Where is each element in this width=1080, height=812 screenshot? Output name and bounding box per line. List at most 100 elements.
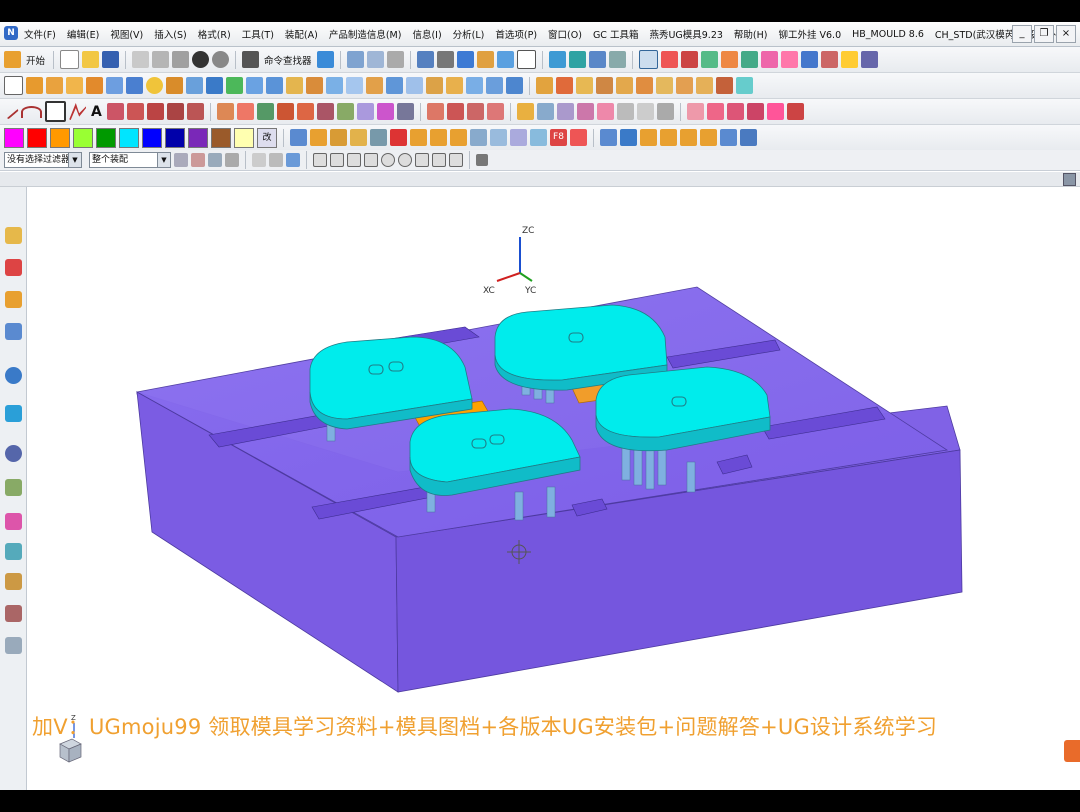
arc-icon[interactable] — [21, 105, 42, 118]
ruled-icon[interactable] — [296, 103, 314, 120]
vector-icon[interactable] — [636, 103, 654, 120]
history-icon[interactable] — [5, 445, 22, 462]
cut-icon[interactable] — [132, 51, 150, 68]
roles-icon[interactable] — [5, 573, 22, 590]
pocket-tool-icon[interactable] — [786, 103, 804, 120]
command-finder-button[interactable]: 命令查找器 — [264, 53, 312, 67]
menu-item[interactable]: HB_MOULD 8.6 — [852, 29, 924, 40]
color-swatch[interactable] — [165, 127, 185, 148]
bridge-curve-icon[interactable] — [186, 103, 204, 120]
nx-logo-icon[interactable]: N — [4, 26, 18, 40]
thicken-icon[interactable] — [556, 77, 573, 94]
measure-body-icon[interactable] — [660, 129, 677, 146]
text-tool-icon[interactable] — [290, 129, 307, 146]
color-swatch[interactable] — [96, 127, 116, 148]
ejector-icon[interactable] — [726, 103, 744, 120]
standard-part-icon[interactable] — [766, 103, 784, 120]
angle-dims-icon[interactable] — [530, 129, 547, 146]
save-icon[interactable] — [102, 51, 120, 68]
orient-icon[interactable] — [600, 129, 617, 146]
polyline-icon[interactable] — [69, 103, 86, 120]
text-icon[interactable]: A — [91, 104, 102, 120]
spline-icon[interactable] — [106, 103, 124, 120]
datum-axis-icon[interactable] — [536, 103, 554, 120]
table-icon[interactable] — [740, 129, 757, 146]
menu-item[interactable]: 装配(A) — [285, 27, 318, 41]
mold-base-icon[interactable] — [746, 103, 764, 120]
restore-icon[interactable]: ❐ — [1034, 25, 1054, 43]
cone-icon[interactable] — [106, 77, 123, 94]
dims-icon[interactable] — [510, 129, 527, 146]
menu-item[interactable]: 工具(T) — [242, 27, 274, 41]
menu-item[interactable]: 信息(I) — [412, 27, 441, 41]
cooling-icon[interactable] — [706, 103, 724, 120]
menu-item[interactable]: 产品制造信息(M) — [329, 27, 402, 41]
minimize-icon[interactable]: _ — [1012, 25, 1032, 43]
box-icon[interactable] — [330, 129, 347, 146]
snap-cube-icon[interactable] — [286, 153, 300, 167]
n-sided-icon[interactable] — [316, 103, 334, 120]
scope-dropdown[interactable]: 整个装配 ▼ — [89, 152, 171, 168]
corner-icon[interactable] — [446, 103, 464, 120]
process-studio-icon[interactable] — [5, 513, 22, 530]
snap-control-icon[interactable] — [364, 153, 378, 167]
through-curves-icon[interactable] — [236, 103, 254, 120]
layer-icon[interactable] — [548, 51, 566, 68]
draft-face-icon[interactable] — [346, 77, 363, 94]
body-icon[interactable] — [696, 77, 713, 94]
measure-dist-icon[interactable] — [640, 129, 657, 146]
command-finder-icon[interactable] — [242, 51, 260, 68]
wcs-icon[interactable] — [638, 50, 658, 69]
color-swatch[interactable] — [211, 127, 231, 148]
reference-icon[interactable] — [656, 103, 674, 120]
hd3d-tools-icon[interactable] — [5, 367, 22, 384]
sew-icon[interactable] — [576, 77, 593, 94]
color-swatch[interactable] — [50, 127, 70, 148]
background-icon[interactable] — [516, 50, 536, 69]
menu-item[interactable]: 视图(V) — [110, 27, 143, 41]
hole-icon[interactable] — [146, 77, 163, 94]
instance-icon[interactable] — [716, 77, 733, 94]
grid-icon[interactable] — [370, 129, 387, 146]
warning-icon[interactable] — [840, 51, 858, 68]
snap-toggle-icon[interactable] — [269, 153, 283, 167]
frame-icon[interactable] — [410, 129, 427, 146]
print-icon[interactable] — [5, 637, 22, 654]
constraint-navigator-icon[interactable] — [5, 259, 22, 276]
delete-face-icon[interactable] — [506, 77, 523, 94]
law-extension-icon[interactable] — [336, 103, 354, 120]
snap-center-icon[interactable] — [381, 153, 395, 167]
sketch-icon[interactable] — [346, 51, 364, 68]
m-icon[interactable] — [376, 103, 394, 120]
trim-sheet-icon[interactable] — [356, 103, 374, 120]
curvature-icon[interactable] — [680, 51, 698, 68]
copy-icon[interactable] — [152, 51, 170, 68]
system-materials-icon[interactable] — [5, 479, 22, 496]
snap-point-icon[interactable] — [449, 153, 463, 167]
type-filter-dropdown[interactable]: 没有选择过滤器 ▼ — [4, 152, 82, 168]
box-open-icon[interactable] — [350, 129, 367, 146]
system-scenes-icon[interactable] — [5, 605, 22, 622]
select-all-icon[interactable] — [191, 153, 205, 167]
filter-icon[interactable] — [174, 153, 188, 167]
project-curve-icon[interactable] — [146, 103, 164, 120]
menu-item[interactable]: 燕秀UG模具9.23 — [649, 27, 722, 41]
core-cavity-icon[interactable] — [800, 51, 818, 68]
chamfer-icon[interactable] — [306, 77, 323, 94]
part-navigator-icon[interactable] — [5, 291, 22, 308]
trim-curve-icon[interactable] — [466, 103, 484, 120]
pull-face-icon[interactable] — [536, 77, 553, 94]
assembly-icon[interactable] — [470, 129, 487, 146]
snap-tangent-icon[interactable] — [432, 153, 446, 167]
move-face-icon[interactable] — [466, 77, 483, 94]
pattern-icon[interactable] — [426, 77, 443, 94]
paste-icon[interactable] — [172, 51, 190, 68]
parting-icon[interactable] — [760, 51, 778, 68]
undo-icon[interactable] — [192, 51, 210, 68]
point-icon[interactable] — [576, 103, 594, 120]
fit-view-icon[interactable] — [416, 51, 434, 68]
color-swatch[interactable] — [4, 127, 24, 148]
menu-item[interactable]: 窗口(O) — [548, 27, 582, 41]
replace-face-icon[interactable] — [486, 77, 503, 94]
fillet-curve-icon[interactable] — [426, 103, 444, 120]
